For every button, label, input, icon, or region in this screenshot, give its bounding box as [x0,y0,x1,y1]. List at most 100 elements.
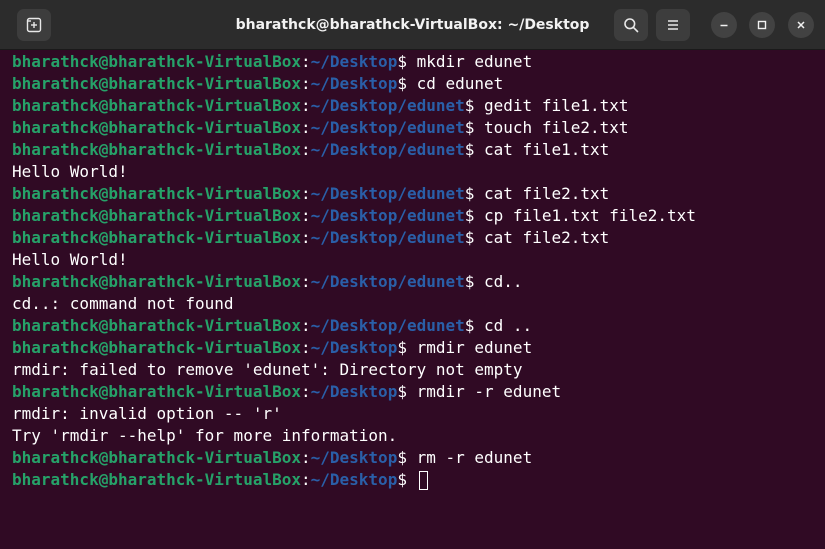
prompt-symbol: $ [397,52,407,71]
prompt-symbol: $ [397,74,407,93]
terminal-prompt-line: bharathck@bharathck-VirtualBox:~/Desktop… [12,447,822,469]
prompt-path: ~/Desktop [310,448,398,467]
terminal-output-line: cd..: command not found [12,293,822,315]
command-text: touch file2.txt [474,118,629,137]
prompt-separator: : [300,118,311,137]
command-text: rmdir edunet [406,338,533,357]
prompt-path: ~/Desktop/edunet [310,118,465,137]
prompt-symbol: $ [464,184,475,203]
terminal-prompt-line: bharathck@bharathck-VirtualBox:~/Desktop… [12,381,822,403]
prompt-path: ~/Desktop/edunet [310,272,465,291]
menu-button[interactable] [656,9,690,41]
terminal-window: bharathck@bharathck-VirtualBox: ~/Deskto… [0,0,825,549]
terminal-prompt-line: bharathck@bharathck-VirtualBox:~/Desktop… [12,315,822,337]
terminal-prompt-line: bharathck@bharathck-VirtualBox:~/Desktop… [12,51,822,73]
prompt-user: bharathck@bharathck-VirtualBox [12,52,301,71]
terminal-content[interactable]: bharathck@bharathck-VirtualBox:~/Desktop… [12,51,822,549]
prompt-separator: : [300,140,311,159]
terminal-prompt-line: bharathck@bharathck-VirtualBox:~/Desktop… [12,183,822,205]
prompt-separator: : [300,316,311,335]
command-text: mkdir edunet [406,52,533,71]
prompt-symbol: $ [464,272,475,291]
output-text: Try 'rmdir --help' for more information. [12,426,398,445]
hamburger-menu-icon [668,20,678,30]
close-button[interactable] [788,12,814,38]
minimize-button[interactable] [711,12,737,38]
prompt-separator: : [300,184,311,203]
prompt-path: ~/Desktop [310,382,398,401]
command-text: cd edunet [406,74,504,93]
terminal-prompt-line: bharathck@bharathck-VirtualBox:~/Desktop… [12,95,822,117]
command-text: gedit file1.txt [474,96,629,115]
prompt-path: ~/Desktop [310,52,398,71]
terminal-output-line: rmdir: invalid option -- 'r' [12,403,822,425]
prompt-path: ~/Desktop/edunet [310,96,465,115]
prompt-user: bharathck@bharathck-VirtualBox [12,272,301,291]
prompt-path: ~/Desktop/edunet [310,140,465,159]
prompt-path: ~/Desktop/edunet [310,228,465,247]
search-button[interactable] [614,9,648,41]
prompt-separator: : [300,228,311,247]
prompt-symbol: $ [464,140,475,159]
prompt-user: bharathck@bharathck-VirtualBox [12,338,301,357]
prompt-path: ~/Desktop/edunet [310,184,465,203]
prompt-user: bharathck@bharathck-VirtualBox [12,184,301,203]
prompt-path: ~/Desktop [310,338,398,357]
prompt-symbol: $ [397,338,407,357]
prompt-user: bharathck@bharathck-VirtualBox [12,140,301,159]
prompt-separator: : [300,448,311,467]
prompt-symbol: $ [397,382,407,401]
command-text: cd.. [474,272,523,291]
prompt-separator: : [300,382,311,401]
command-text: cat file2.txt [474,184,610,203]
prompt-separator: : [300,272,311,291]
terminal-prompt-line: bharathck@bharathck-VirtualBox:~/Desktop… [12,227,822,249]
prompt-user: bharathck@bharathck-VirtualBox [12,118,301,137]
text-cursor [418,471,428,490]
prompt-symbol: $ [464,206,475,225]
output-text: rmdir: invalid option -- 'r' [12,404,282,423]
close-icon [797,21,805,29]
prompt-path: ~/Desktop [310,74,398,93]
prompt-user: bharathck@bharathck-VirtualBox [12,74,301,93]
command-text: cat file1.txt [474,140,610,159]
prompt-symbol: $ [464,96,475,115]
output-text: Hello World! [12,162,128,181]
maximize-button[interactable] [749,12,775,38]
command-text: cat file2.txt [474,228,610,247]
terminal-prompt-line: bharathck@bharathck-VirtualBox:~/Desktop… [12,271,822,293]
terminal-output-line: Hello World! [12,161,822,183]
command-text: rm -r edunet [406,448,533,467]
prompt-user: bharathck@bharathck-VirtualBox [12,382,301,401]
prompt-user: bharathck@bharathck-VirtualBox [12,448,301,467]
command-text [407,470,417,489]
maximize-icon [757,20,767,30]
terminal-prompt-line: bharathck@bharathck-VirtualBox:~/Desktop… [12,117,822,139]
window-title: bharathck@bharathck-VirtualBox: ~/Deskto… [235,17,590,33]
new-tab-icon [26,17,42,33]
prompt-separator: : [300,470,311,489]
output-text: Hello World! [12,250,128,269]
command-text: rmdir -r edunet [406,382,562,401]
search-icon [624,18,639,33]
terminal-prompt-line: bharathck@bharathck-VirtualBox:~/Desktop… [12,73,822,95]
terminal-prompt-line: bharathck@bharathck-VirtualBox:~/Desktop… [12,139,822,161]
terminal-output-line: rmdir: failed to remove 'edunet': Direct… [12,359,822,381]
prompt-path: ~/Desktop/edunet [310,206,465,225]
prompt-user: bharathck@bharathck-VirtualBox [12,470,301,489]
prompt-path: ~/Desktop/edunet [310,316,465,335]
prompt-path: ~/Desktop [310,470,398,489]
prompt-user: bharathck@bharathck-VirtualBox [12,228,301,247]
title-bar[interactable]: bharathck@bharathck-VirtualBox: ~/Deskto… [0,0,825,50]
prompt-user: bharathck@bharathck-VirtualBox [12,206,301,225]
prompt-user: bharathck@bharathck-VirtualBox [12,96,301,115]
command-text: cd .. [474,316,533,335]
prompt-symbol: $ [464,228,475,247]
terminal-prompt-line: bharathck@bharathck-VirtualBox:~/Desktop… [12,337,822,359]
terminal-current-prompt: bharathck@bharathck-VirtualBox:~/Desktop… [12,469,822,491]
prompt-separator: : [300,52,311,71]
new-tab-button[interactable] [17,9,51,41]
prompt-symbol: $ [397,448,407,467]
terminal-prompt-line: bharathck@bharathck-VirtualBox:~/Desktop… [12,205,822,227]
output-text: cd..: command not found [12,294,234,313]
